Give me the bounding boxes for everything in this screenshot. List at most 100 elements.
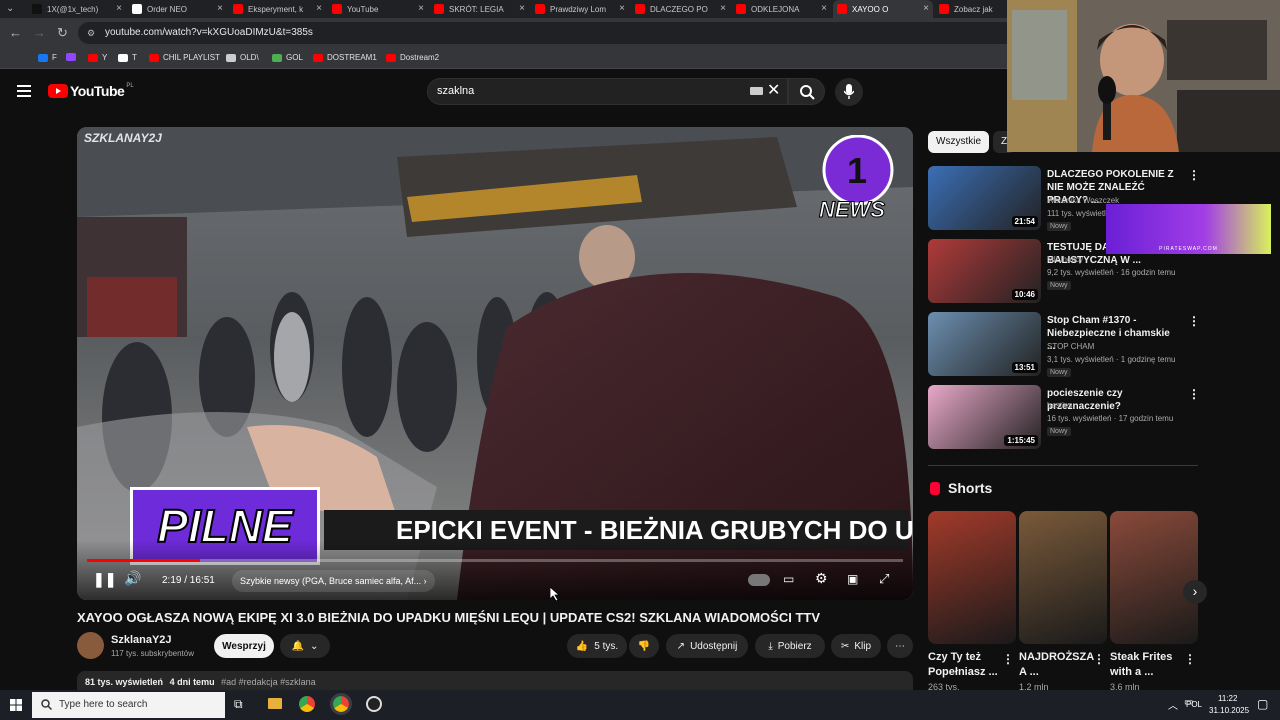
bookmark-item[interactable]: DOSTREAM1 — [313, 53, 377, 62]
obs-icon[interactable] — [366, 696, 382, 712]
tab-close-icon[interactable]: × — [821, 3, 827, 14]
browser-tab[interactable]: Order NEO × — [128, 0, 227, 18]
back-icon[interactable]: ← — [9, 25, 22, 40]
autoplay-toggle[interactable] — [748, 574, 770, 586]
short-title[interactable]: Steak Frites with a ... — [1110, 650, 1180, 680]
tab-close-icon[interactable]: × — [418, 3, 424, 14]
clock-time[interactable]: 11:22 — [1218, 694, 1237, 703]
tray-chevron-icon[interactable]: ︿ — [1168, 697, 1178, 712]
notifications-icon[interactable]: ▢ — [1257, 697, 1268, 711]
browser-tab[interactable]: Eksperyment, k × — [229, 0, 326, 18]
short-title[interactable]: Czy Ty też Popełniasz ... — [928, 650, 998, 680]
tab-close-icon[interactable]: × — [619, 3, 625, 14]
tab-close-icon[interactable]: × — [923, 3, 929, 14]
short-thumbnail[interactable] — [1019, 511, 1107, 644]
bookmark-icon — [38, 53, 48, 62]
short-title[interactable]: NAJDROŻSZA A ... — [1019, 650, 1094, 680]
video-menu-icon[interactable]: ⋮ — [1188, 168, 1200, 182]
browser-tab[interactable]: Prawdziwy Lom × — [531, 0, 629, 18]
video-thumbnail[interactable]: 1:15:45 — [928, 385, 1041, 449]
sidebar-divider — [928, 465, 1198, 466]
bookmark-icon — [118, 53, 128, 62]
browser-tab[interactable]: 1X(@1x_tech) × — [28, 0, 126, 18]
clear-search-icon[interactable]: ✕ — [767, 78, 780, 103]
tab-close-icon[interactable]: × — [316, 3, 322, 14]
tab-close-icon[interactable]: × — [217, 3, 223, 14]
short-thumbnail[interactable] — [1110, 511, 1198, 644]
clock-date[interactable]: 31.10.2025 — [1209, 706, 1249, 715]
recommended-video[interactable]: 13:51 Stop Cham #1370 - Niebezpieczne i c… — [928, 312, 1200, 377]
keyboard-icon[interactable] — [750, 87, 763, 95]
bookmark-item[interactable]: Dostream2 — [386, 53, 439, 62]
chrome-icon-2[interactable] — [330, 693, 352, 715]
video-thumbnail[interactable]: 21:54 — [928, 166, 1041, 230]
search-input[interactable]: szaklna ✕ — [427, 78, 788, 105]
shorts-next-button[interactable]: › — [1183, 580, 1207, 604]
windows-start-icon[interactable] — [10, 699, 22, 711]
chapter-button[interactable]: Szybkie newsy (PGA, Bruce samiec alfa, A… — [232, 570, 435, 592]
chip-all[interactable]: Wszystkie — [928, 131, 989, 153]
forward-icon[interactable]: → — [33, 25, 46, 40]
task-view-icon[interactable]: ⧉ — [234, 697, 243, 712]
video-menu-icon[interactable]: ⋮ — [1188, 387, 1200, 401]
video-player[interactable]: SZKLANAY2J 1 NEWS PILNE EPICKI EVENT - B… — [77, 127, 913, 600]
short-menu-icon[interactable]: ⋮ — [1184, 652, 1196, 666]
bookmark-item[interactable]: OLD\ — [226, 53, 259, 62]
more-actions-button[interactable]: ⋯ — [887, 634, 913, 658]
subtitles-icon[interactable]: ▭ — [783, 572, 794, 586]
download-button[interactable]: ⤓ Pobierz — [755, 634, 825, 658]
tab-close-icon[interactable]: × — [519, 3, 525, 14]
notifications-button[interactable]: 🔔 ⌄ — [280, 634, 330, 658]
tab-label: Order NEO — [147, 4, 188, 14]
bookmark-item[interactable]: CHIL PLAYLIST — [149, 53, 220, 62]
reload-icon[interactable]: ↻ — [57, 25, 68, 41]
share-button[interactable]: ↗ Udostępnij — [666, 634, 748, 658]
language-indicator[interactable]: POL — [1186, 700, 1202, 709]
short-menu-icon[interactable]: ⋮ — [1002, 652, 1014, 666]
pause-icon[interactable]: ❚❚ — [93, 571, 116, 588]
bookmark-item[interactable] — [66, 53, 80, 61]
video-menu-icon[interactable]: ⋮ — [1188, 314, 1200, 328]
video-thumbnail[interactable]: 10:46 — [928, 239, 1041, 303]
recommended-channel[interactable]: STOP CHAM — [1047, 342, 1094, 351]
file-explorer-icon[interactable] — [268, 698, 282, 709]
volume-icon[interactable]: 🔊 — [124, 570, 141, 587]
hashtags[interactable]: #ad #redakcja #szklana — [221, 677, 316, 687]
settings-icon[interactable]: ⚙ — [815, 570, 828, 587]
bookmark-item[interactable]: T — [118, 53, 137, 62]
recommended-video[interactable]: 1:15:45 pocieszenie czy przeznaczenie? bes… — [928, 385, 1200, 449]
clip-button[interactable]: ✂ Klip — [831, 634, 881, 658]
video-thumbnail[interactable]: 13:51 — [928, 312, 1041, 376]
channel-name[interactable]: SzklanaY2J — [111, 634, 172, 646]
bookmark-item[interactable]: F — [38, 53, 57, 62]
youtube-logo[interactable]: YouTube PL — [48, 83, 134, 99]
browser-tab[interactable]: SKRÓT: LEGIA × — [430, 0, 529, 18]
dislike-button[interactable]: 👎 — [629, 634, 659, 658]
recommended-channel[interactable]: MILIholicy — [1047, 255, 1083, 264]
channel-avatar[interactable] — [77, 632, 104, 659]
tab-close-icon[interactable]: × — [720, 3, 726, 14]
site-info-icon[interactable]: ⚙ — [87, 22, 95, 44]
bookmark-item[interactable]: Y — [88, 53, 107, 62]
browser-tab[interactable]: XAYOO O × — [833, 0, 933, 18]
bookmark-item[interactable]: GOL — [272, 53, 303, 62]
fullscreen-icon[interactable]: ⤢ — [879, 571, 889, 587]
recommended-channel[interactable]: besties — [1047, 401, 1072, 410]
voice-search-button[interactable] — [835, 78, 863, 106]
search-button[interactable] — [788, 78, 825, 105]
browser-tab[interactable]: Zobacz jak — [935, 0, 1007, 18]
like-button[interactable]: 👍 5 tys. — [567, 634, 627, 658]
short-menu-icon[interactable]: ⋮ — [1093, 652, 1105, 666]
browser-tab[interactable]: ODKLEJONA × — [732, 0, 831, 18]
support-button[interactable]: Wesprzyj — [214, 634, 274, 658]
chrome-icon-1[interactable] — [299, 696, 315, 712]
miniplayer-icon[interactable]: ▣ — [847, 572, 858, 586]
taskbar-search[interactable]: Type here to search — [32, 692, 225, 718]
browser-tab[interactable]: YouTube × — [328, 0, 428, 18]
progress-bar[interactable] — [87, 559, 903, 562]
browser-tab[interactable]: DLACZEGO PO × — [631, 0, 730, 18]
menu-icon[interactable] — [17, 85, 31, 97]
tab-close-icon[interactable]: × — [116, 3, 122, 14]
short-thumbnail[interactable] — [928, 511, 1016, 644]
tab-search-icon[interactable]: ⌄ — [6, 3, 14, 14]
